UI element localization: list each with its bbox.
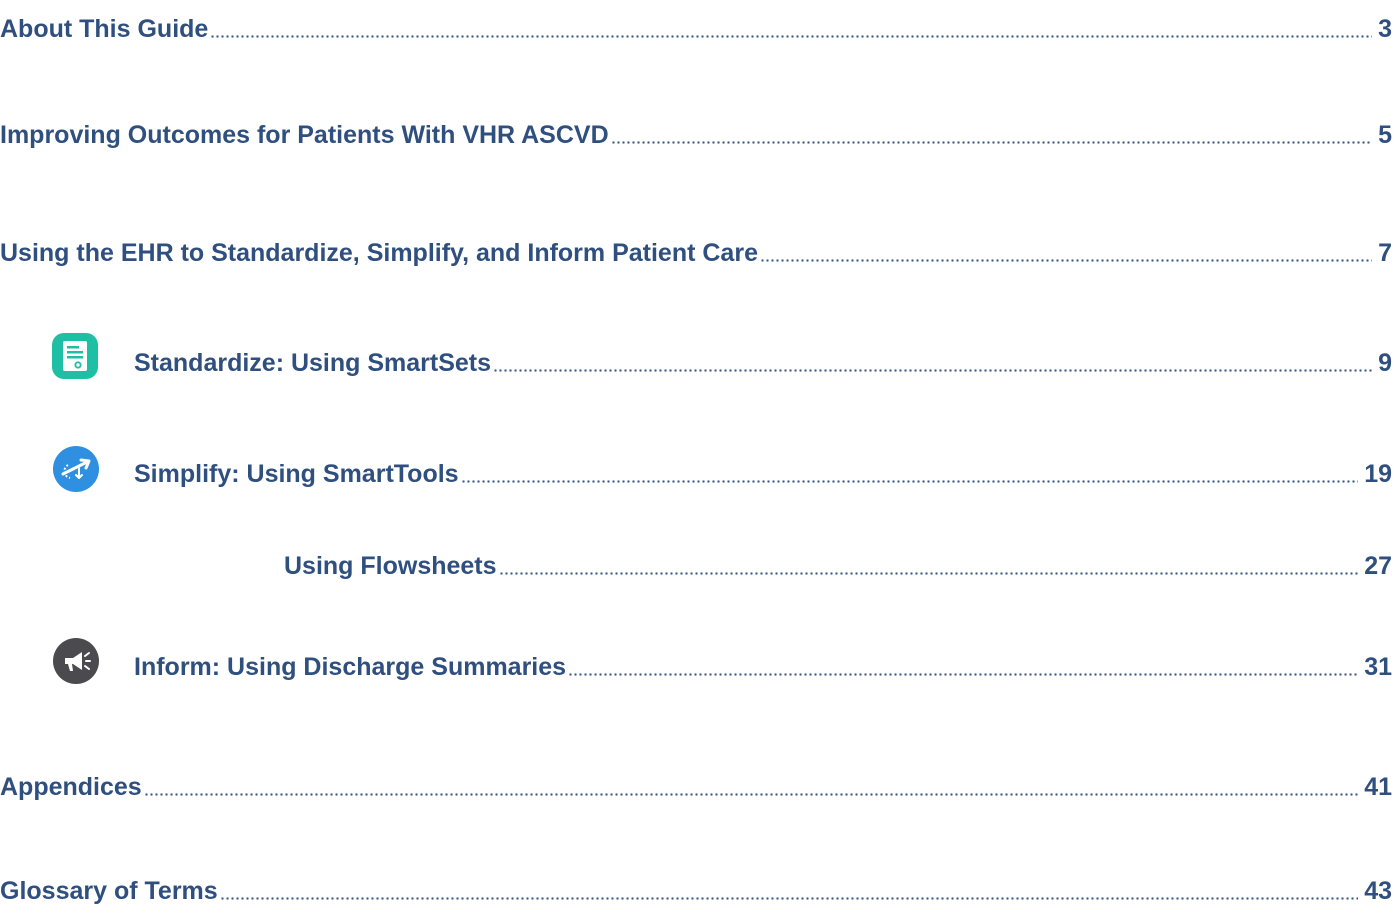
toc-entry-glossary[interactable]: Glossary of Terms 43 <box>0 862 1392 906</box>
toc-entry-about[interactable]: About This Guide 3 <box>0 0 1392 44</box>
dot-leader <box>610 141 1372 144</box>
dot-leader <box>210 35 1372 38</box>
toc-entry-inform[interactable]: Inform: Using Discharge Summaries 31 <box>134 638 1392 682</box>
toc-entry-title: Using the EHR to Standardize, Simplify, … <box>0 239 758 267</box>
megaphone-icon <box>53 638 99 684</box>
toc-entry-title: Standardize: Using SmartSets <box>134 349 492 377</box>
toc-entry-standardize[interactable]: Standardize: Using SmartSets 9 <box>134 334 1392 378</box>
tools-arrow-icon <box>53 446 99 492</box>
toc-entry-title: Glossary of Terms <box>0 877 218 905</box>
toc-entry-appendices[interactable]: Appendices 41 <box>0 758 1392 802</box>
toc-entry-page: 43 <box>1364 877 1392 905</box>
toc-entry-page: 5 <box>1378 121 1392 149</box>
dot-leader <box>219 897 1359 900</box>
toc-entry-simplify[interactable]: Simplify: Using SmartTools 19 <box>134 445 1392 489</box>
dot-leader <box>460 480 1359 483</box>
toc-entry-flowsheets[interactable]: Using Flowsheets 27 <box>284 537 1392 581</box>
toc-entry-page: 7 <box>1378 239 1392 267</box>
dot-leader <box>493 369 1372 372</box>
dot-leader <box>759 259 1372 262</box>
toc-entry-title: Appendices <box>0 773 142 801</box>
document-icon <box>52 333 98 379</box>
toc-entry-page: 27 <box>1364 552 1392 580</box>
toc-entry-page: 3 <box>1378 15 1392 43</box>
toc-entry-page: 19 <box>1364 460 1392 488</box>
toc-entry-page: 9 <box>1378 349 1392 377</box>
dot-leader <box>143 793 1359 796</box>
toc-entry-title: Improving Outcomes for Patients With VHR… <box>0 121 609 149</box>
dot-leader <box>568 673 1359 676</box>
toc-entry-title: Simplify: Using SmartTools <box>134 460 459 488</box>
toc-entry-title: Inform: Using Discharge Summaries <box>134 653 567 681</box>
toc-entry-title: About This Guide <box>0 15 209 43</box>
dot-leader <box>498 572 1359 575</box>
toc-entry-page: 41 <box>1364 773 1392 801</box>
toc-entry-using-ehr[interactable]: Using the EHR to Standardize, Simplify, … <box>0 224 1392 268</box>
toc-entry-title: Using Flowsheets <box>284 552 497 580</box>
toc-entry-page: 31 <box>1364 653 1392 681</box>
toc-entry-improving-outcomes[interactable]: Improving Outcomes for Patients With VHR… <box>0 106 1392 150</box>
